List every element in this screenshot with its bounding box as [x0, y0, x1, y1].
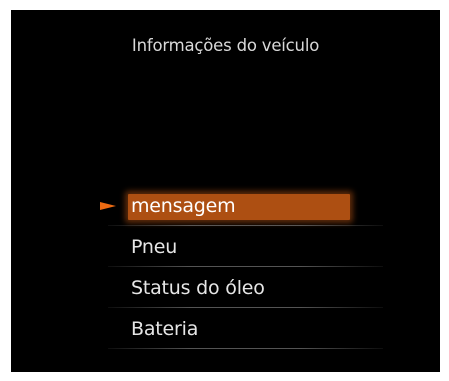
menu-item-status-do-oleo[interactable]: Status do óleo [108, 275, 383, 308]
menu-item-label: Status do óleo [131, 277, 265, 299]
menu-divider [108, 266, 383, 267]
menu-item-bateria[interactable]: Bateria [108, 316, 383, 349]
menu-item-mensagem[interactable]: mensagem [108, 193, 383, 226]
menu-divider [108, 307, 383, 308]
menu-item-label: mensagem [131, 195, 236, 217]
vehicle-info-screen: Informações do veículo mensagem Pneu Sta… [11, 10, 440, 372]
selection-arrow-icon [100, 202, 116, 210]
menu-divider [108, 225, 383, 226]
menu-item-label: Bateria [131, 318, 199, 340]
menu-divider [108, 348, 383, 349]
menu-item-pneu[interactable]: Pneu [108, 234, 383, 267]
menu-item-label: Pneu [131, 236, 178, 258]
vehicle-info-menu: mensagem Pneu Status do óleo Bateria [11, 10, 440, 372]
